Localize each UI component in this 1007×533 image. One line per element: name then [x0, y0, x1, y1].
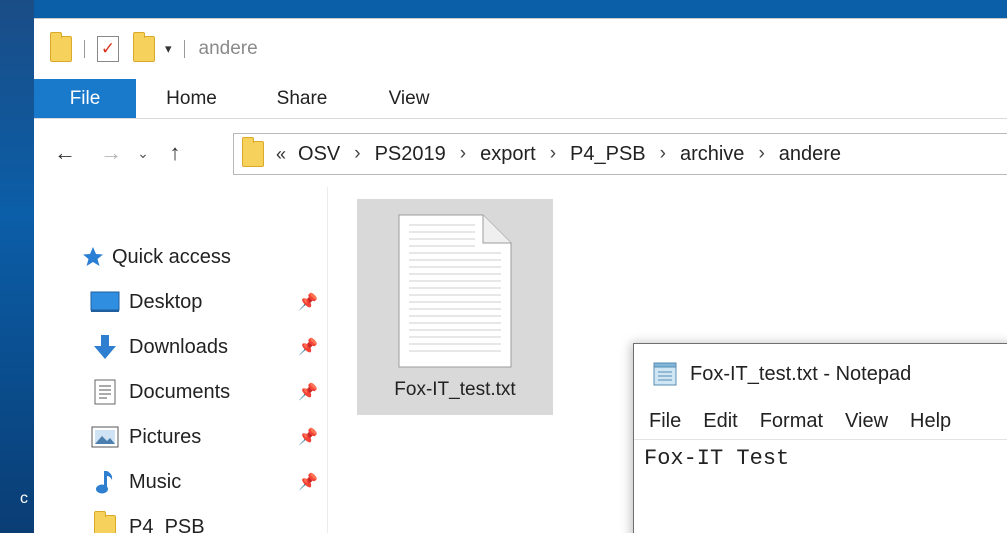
- tab-file[interactable]: File: [34, 79, 136, 118]
- menu-help[interactable]: Help: [910, 410, 951, 433]
- sidebar-item-label: Documents: [129, 380, 231, 403]
- pin-icon[interactable]: 📌: [298, 472, 318, 492]
- menu-edit[interactable]: Edit: [703, 410, 737, 433]
- tab-share[interactable]: Share: [247, 79, 357, 118]
- properties-icon[interactable]: ✓: [97, 36, 119, 62]
- sidebar-item-label: Music: [129, 470, 182, 493]
- breadcrumb-item[interactable]: P4_PSB: [570, 143, 646, 166]
- customize-toolbar-icon[interactable]: ▾: [165, 41, 172, 57]
- notepad-window-title: Fox-IT_test.txt - Notepad: [690, 362, 912, 385]
- new-folder-icon[interactable]: [133, 32, 155, 62]
- folder-icon: [242, 137, 264, 167]
- sidebar-item-label: Desktop: [129, 290, 203, 313]
- breadcrumb-chevron-icon[interactable]: ›: [460, 143, 466, 165]
- file-name: Fox-IT_test.txt: [394, 379, 516, 400]
- sidebar-item-label: Pictures: [129, 425, 202, 448]
- notepad-text-area[interactable]: Fox-IT Test: [644, 446, 789, 471]
- desktop-icon: [90, 289, 120, 315]
- breadcrumb-chevron-icon[interactable]: ›: [660, 143, 666, 165]
- menu-format[interactable]: Format: [760, 410, 823, 433]
- notepad-title-bar: Fox-IT_test.txt - Notepad: [634, 344, 1007, 404]
- breadcrumb-item[interactable]: PS2019: [375, 143, 446, 166]
- pin-icon[interactable]: 📌: [298, 292, 318, 312]
- sidebar-item-documents[interactable]: Documents 📌: [34, 370, 328, 414]
- breadcrumb-chevron-icon[interactable]: ›: [758, 143, 764, 165]
- sidebar-item-label: Downloads: [129, 335, 228, 358]
- folder-icon: [90, 511, 120, 533]
- notepad-window: Fox-IT_test.txt - Notepad File Edit Form…: [633, 343, 1007, 533]
- pin-icon[interactable]: 📌: [298, 427, 318, 447]
- document-icon: [90, 379, 120, 405]
- ribbon-tabs: File Home Share View: [34, 79, 1007, 119]
- forward-arrow-icon[interactable]: →: [94, 140, 128, 166]
- breadcrumb-item[interactable]: export: [480, 143, 536, 166]
- recent-locations-chevron-icon[interactable]: ⌄: [128, 145, 158, 162]
- menu-view[interactable]: View: [845, 410, 888, 433]
- toolbar-separator: [84, 40, 85, 58]
- download-arrow-icon: [90, 334, 120, 360]
- breadcrumb-overflow[interactable]: «: [276, 144, 286, 165]
- sidebar-item-music[interactable]: Music 📌: [34, 460, 328, 504]
- star-icon: [80, 244, 106, 270]
- navigation-pane: Quick access Desktop 📌 Downloads 📌 Docum…: [34, 187, 328, 533]
- breadcrumb-item[interactable]: OSV: [298, 143, 340, 166]
- sidebar-item-label: P4_PSB: [129, 515, 205, 533]
- breadcrumb-item[interactable]: archive: [680, 143, 744, 166]
- text-file-icon: [398, 214, 512, 368]
- desktop-background: c: [0, 0, 34, 533]
- desktop-partial-text: c: [20, 490, 28, 507]
- music-note-icon: [90, 469, 120, 495]
- pictures-icon: [90, 424, 120, 450]
- address-bar[interactable]: « OSV › PS2019 › export › P4_PSB › archi…: [233, 133, 1007, 175]
- breadcrumb-chevron-icon[interactable]: ›: [354, 143, 360, 165]
- sidebar-item-quick-access[interactable]: Quick access: [34, 235, 328, 279]
- file-item-selected[interactable]: Fox-IT_test.txt: [357, 199, 553, 415]
- sidebar-item-pictures[interactable]: Pictures 📌: [34, 415, 328, 459]
- breadcrumb-chevron-icon[interactable]: ›: [550, 143, 556, 165]
- pin-icon[interactable]: 📌: [298, 337, 318, 357]
- toolbar-separator: [183, 40, 185, 58]
- sidebar-item-desktop[interactable]: Desktop 📌: [34, 280, 328, 324]
- breadcrumb-item-current[interactable]: andere: [779, 143, 841, 166]
- tab-home[interactable]: Home: [136, 79, 247, 118]
- sidebar-item-label: Quick access: [112, 245, 231, 268]
- navigation-row: ← → ⌄ ↑ « OSV › PS2019 › export › P4_PSB…: [34, 119, 1007, 187]
- up-arrow-icon[interactable]: ↑: [158, 140, 192, 166]
- window-title: andere: [198, 38, 258, 59]
- pin-icon[interactable]: 📌: [298, 382, 318, 402]
- sidebar-item-downloads[interactable]: Downloads 📌: [34, 325, 328, 369]
- sidebar-item-p4-psb[interactable]: P4_PSB: [34, 505, 328, 533]
- title-bar: ✓ ▾ andere: [34, 19, 1007, 79]
- back-arrow-icon[interactable]: ←: [48, 140, 82, 166]
- menu-file[interactable]: File: [649, 410, 681, 433]
- notepad-icon: [653, 362, 677, 386]
- notepad-menu-bar: File Edit Format View Help: [634, 404, 1007, 440]
- folder-icon[interactable]: [50, 32, 72, 62]
- tab-view[interactable]: View: [357, 79, 461, 118]
